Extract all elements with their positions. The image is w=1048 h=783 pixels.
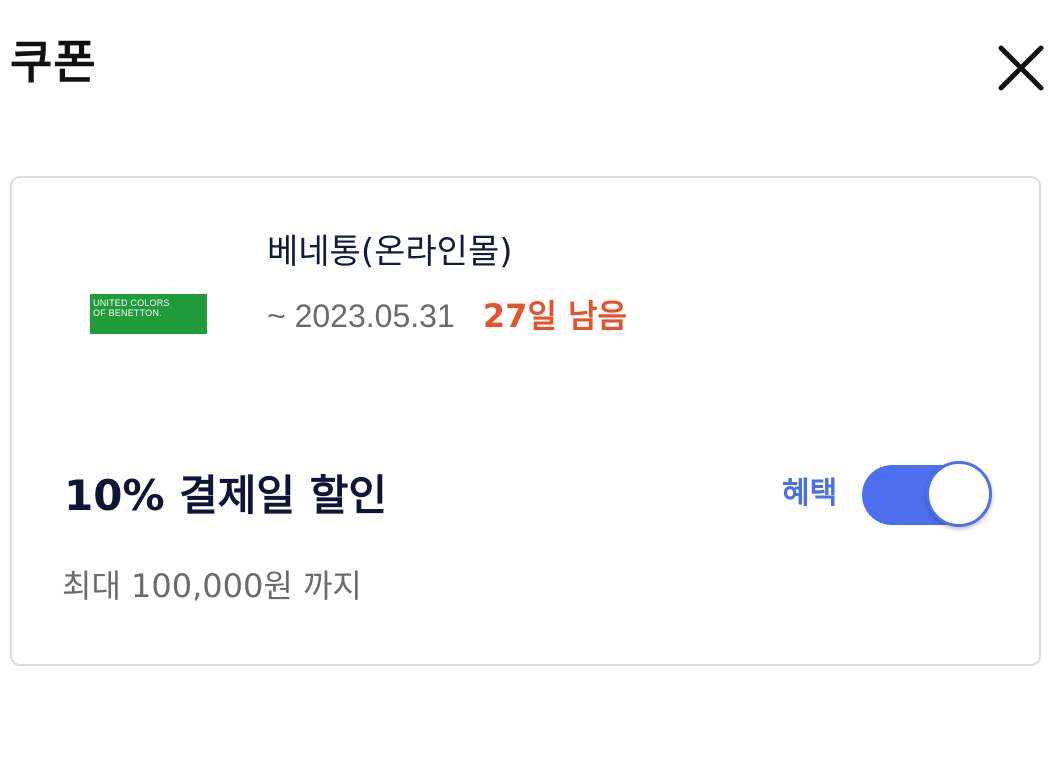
brand-logo-line-1: UNITED COLORS <box>93 298 170 308</box>
discount-title: 10% 결제일 할인 <box>64 471 387 520</box>
brand-logo: UNITED COLORS OF BENETTON. <box>90 294 207 334</box>
brand-name: 베네통(온라인몰) <box>267 232 513 272</box>
close-icon <box>998 45 1044 91</box>
coupon-page: 쿠폰 UNITED COLORS OF BENETTON. 베네통(온라인몰) … <box>0 0 1048 783</box>
close-button[interactable] <box>995 42 1048 96</box>
days-left-badge: 27일 남음 <box>482 297 627 335</box>
page-title: 쿠폰 <box>10 35 97 89</box>
toggle-knob <box>926 461 992 527</box>
benefit-toggle[interactable] <box>862 461 992 527</box>
expiry-date: ~ 2023.05.31 <box>267 298 455 334</box>
benefit-label: 혜택 <box>782 476 838 511</box>
limit-text: 최대 100,000원 까지 <box>62 567 362 605</box>
coupon-card[interactable]: UNITED COLORS OF BENETTON. 베네통(온라인몰) ~ 2… <box>10 176 1041 666</box>
expiry-row: ~ 2023.05.31 27일 남음 <box>267 296 627 336</box>
brand-logo-line-2: OF BENETTON. <box>93 308 162 318</box>
